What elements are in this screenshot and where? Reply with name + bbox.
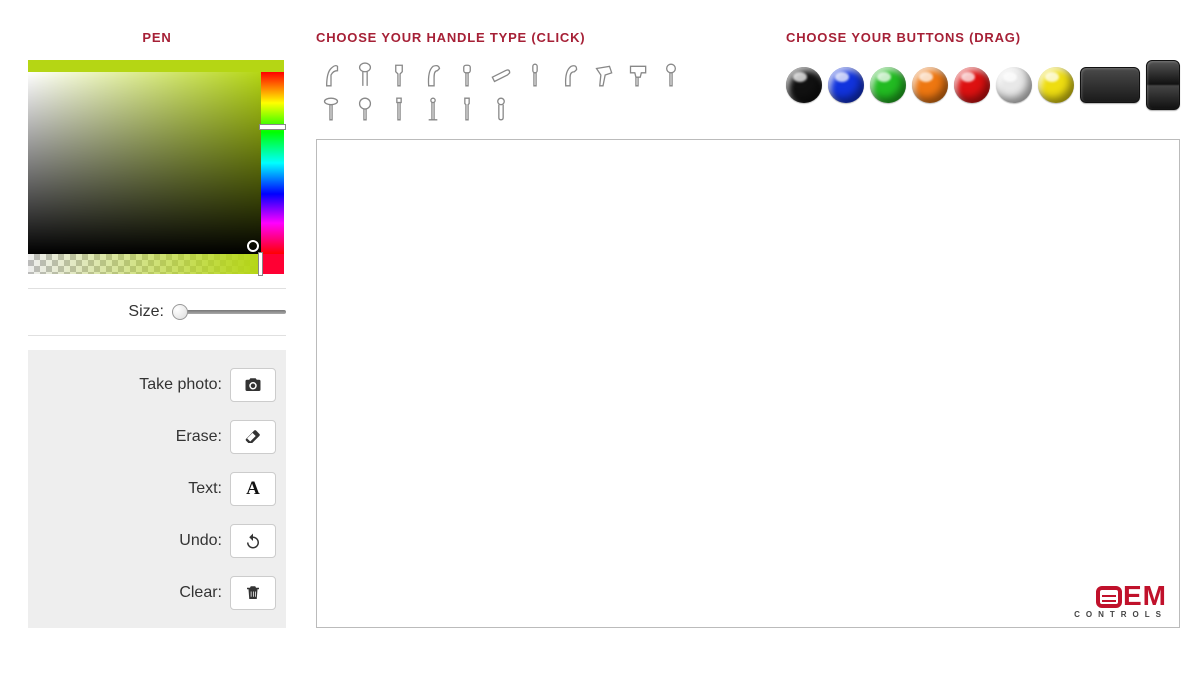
button-yellow[interactable] xyxy=(1038,67,1074,103)
rocker-switch-vertical[interactable] xyxy=(1146,60,1180,110)
text-button[interactable]: A xyxy=(230,472,276,506)
eraser-icon xyxy=(244,428,262,446)
handle-option[interactable] xyxy=(316,60,346,90)
tool-panel: Take photo: Erase: Text: A Undo: xyxy=(28,350,286,628)
handle-option[interactable] xyxy=(554,60,584,90)
sv-handle[interactable] xyxy=(247,240,259,252)
color-swatch xyxy=(261,254,284,274)
button-section: Choose Your Buttons (Drag) xyxy=(786,30,1180,124)
brand-logo: EM CONTROLS xyxy=(1074,582,1167,619)
undo-label: Undo: xyxy=(179,532,222,550)
erase-button[interactable] xyxy=(230,420,276,454)
logo-subtitle: CONTROLS xyxy=(1074,610,1167,619)
color-preview-strip xyxy=(28,60,284,72)
logo-o-icon xyxy=(1096,586,1122,608)
handle-option[interactable] xyxy=(452,60,482,90)
button-black[interactable] xyxy=(786,67,822,103)
handle-section: Choose Your Handle Type (Click) xyxy=(316,30,716,124)
text-icon: A xyxy=(246,478,260,500)
buttons-title: Choose Your Buttons (Drag) xyxy=(786,30,1180,45)
trash-icon xyxy=(244,584,262,602)
erase-label: Erase: xyxy=(176,428,222,446)
size-row: Size: xyxy=(28,303,286,321)
button-white[interactable] xyxy=(996,67,1032,103)
clear-label: Clear: xyxy=(179,584,222,602)
handle-title: Choose Your Handle Type (Click) xyxy=(316,30,716,45)
color-picker[interactable] xyxy=(28,60,284,274)
handle-option[interactable] xyxy=(588,60,618,90)
handle-option[interactable] xyxy=(350,94,380,124)
handle-grid xyxy=(316,60,716,124)
button-green[interactable] xyxy=(870,67,906,103)
handle-option[interactable] xyxy=(316,94,346,124)
hue-handle[interactable] xyxy=(259,124,286,130)
sidebar: Pen Size: xyxy=(28,30,286,628)
take-photo-button[interactable] xyxy=(230,368,276,402)
drawing-canvas[interactable]: EM CONTROLS xyxy=(316,139,1180,628)
rocker-switch-horizontal[interactable] xyxy=(1080,67,1140,103)
button-row xyxy=(786,60,1180,110)
pen-title: Pen xyxy=(28,30,286,45)
alpha-strip[interactable] xyxy=(28,254,261,274)
undo-button[interactable] xyxy=(230,524,276,558)
size-slider[interactable] xyxy=(172,310,286,314)
clear-button[interactable] xyxy=(230,576,276,610)
hue-strip[interactable] xyxy=(261,72,284,254)
main-area: Choose Your Handle Type (Click) xyxy=(316,30,1180,628)
handle-option[interactable] xyxy=(486,94,516,124)
button-blue[interactable] xyxy=(828,67,864,103)
handle-option[interactable] xyxy=(622,60,652,90)
undo-icon xyxy=(244,532,262,550)
camera-icon xyxy=(244,376,262,394)
handle-option[interactable] xyxy=(452,94,482,124)
handle-option[interactable] xyxy=(656,60,686,90)
size-slider-thumb[interactable] xyxy=(172,304,188,320)
size-label: Size: xyxy=(28,303,164,321)
handle-option[interactable] xyxy=(418,94,448,124)
handle-option[interactable] xyxy=(486,60,516,90)
handle-option[interactable] xyxy=(384,60,414,90)
saturation-value-area[interactable] xyxy=(28,72,261,254)
text-label: Text: xyxy=(188,480,222,498)
button-orange[interactable] xyxy=(912,67,948,103)
handle-option[interactable] xyxy=(520,60,550,90)
handle-option[interactable] xyxy=(350,60,380,90)
button-red[interactable] xyxy=(954,67,990,103)
handle-option[interactable] xyxy=(418,60,448,90)
divider xyxy=(28,288,286,289)
alpha-handle[interactable] xyxy=(258,252,263,276)
take-photo-label: Take photo: xyxy=(139,376,222,394)
divider xyxy=(28,335,286,336)
logo-main: EM xyxy=(1074,582,1167,610)
handle-option[interactable] xyxy=(384,94,414,124)
